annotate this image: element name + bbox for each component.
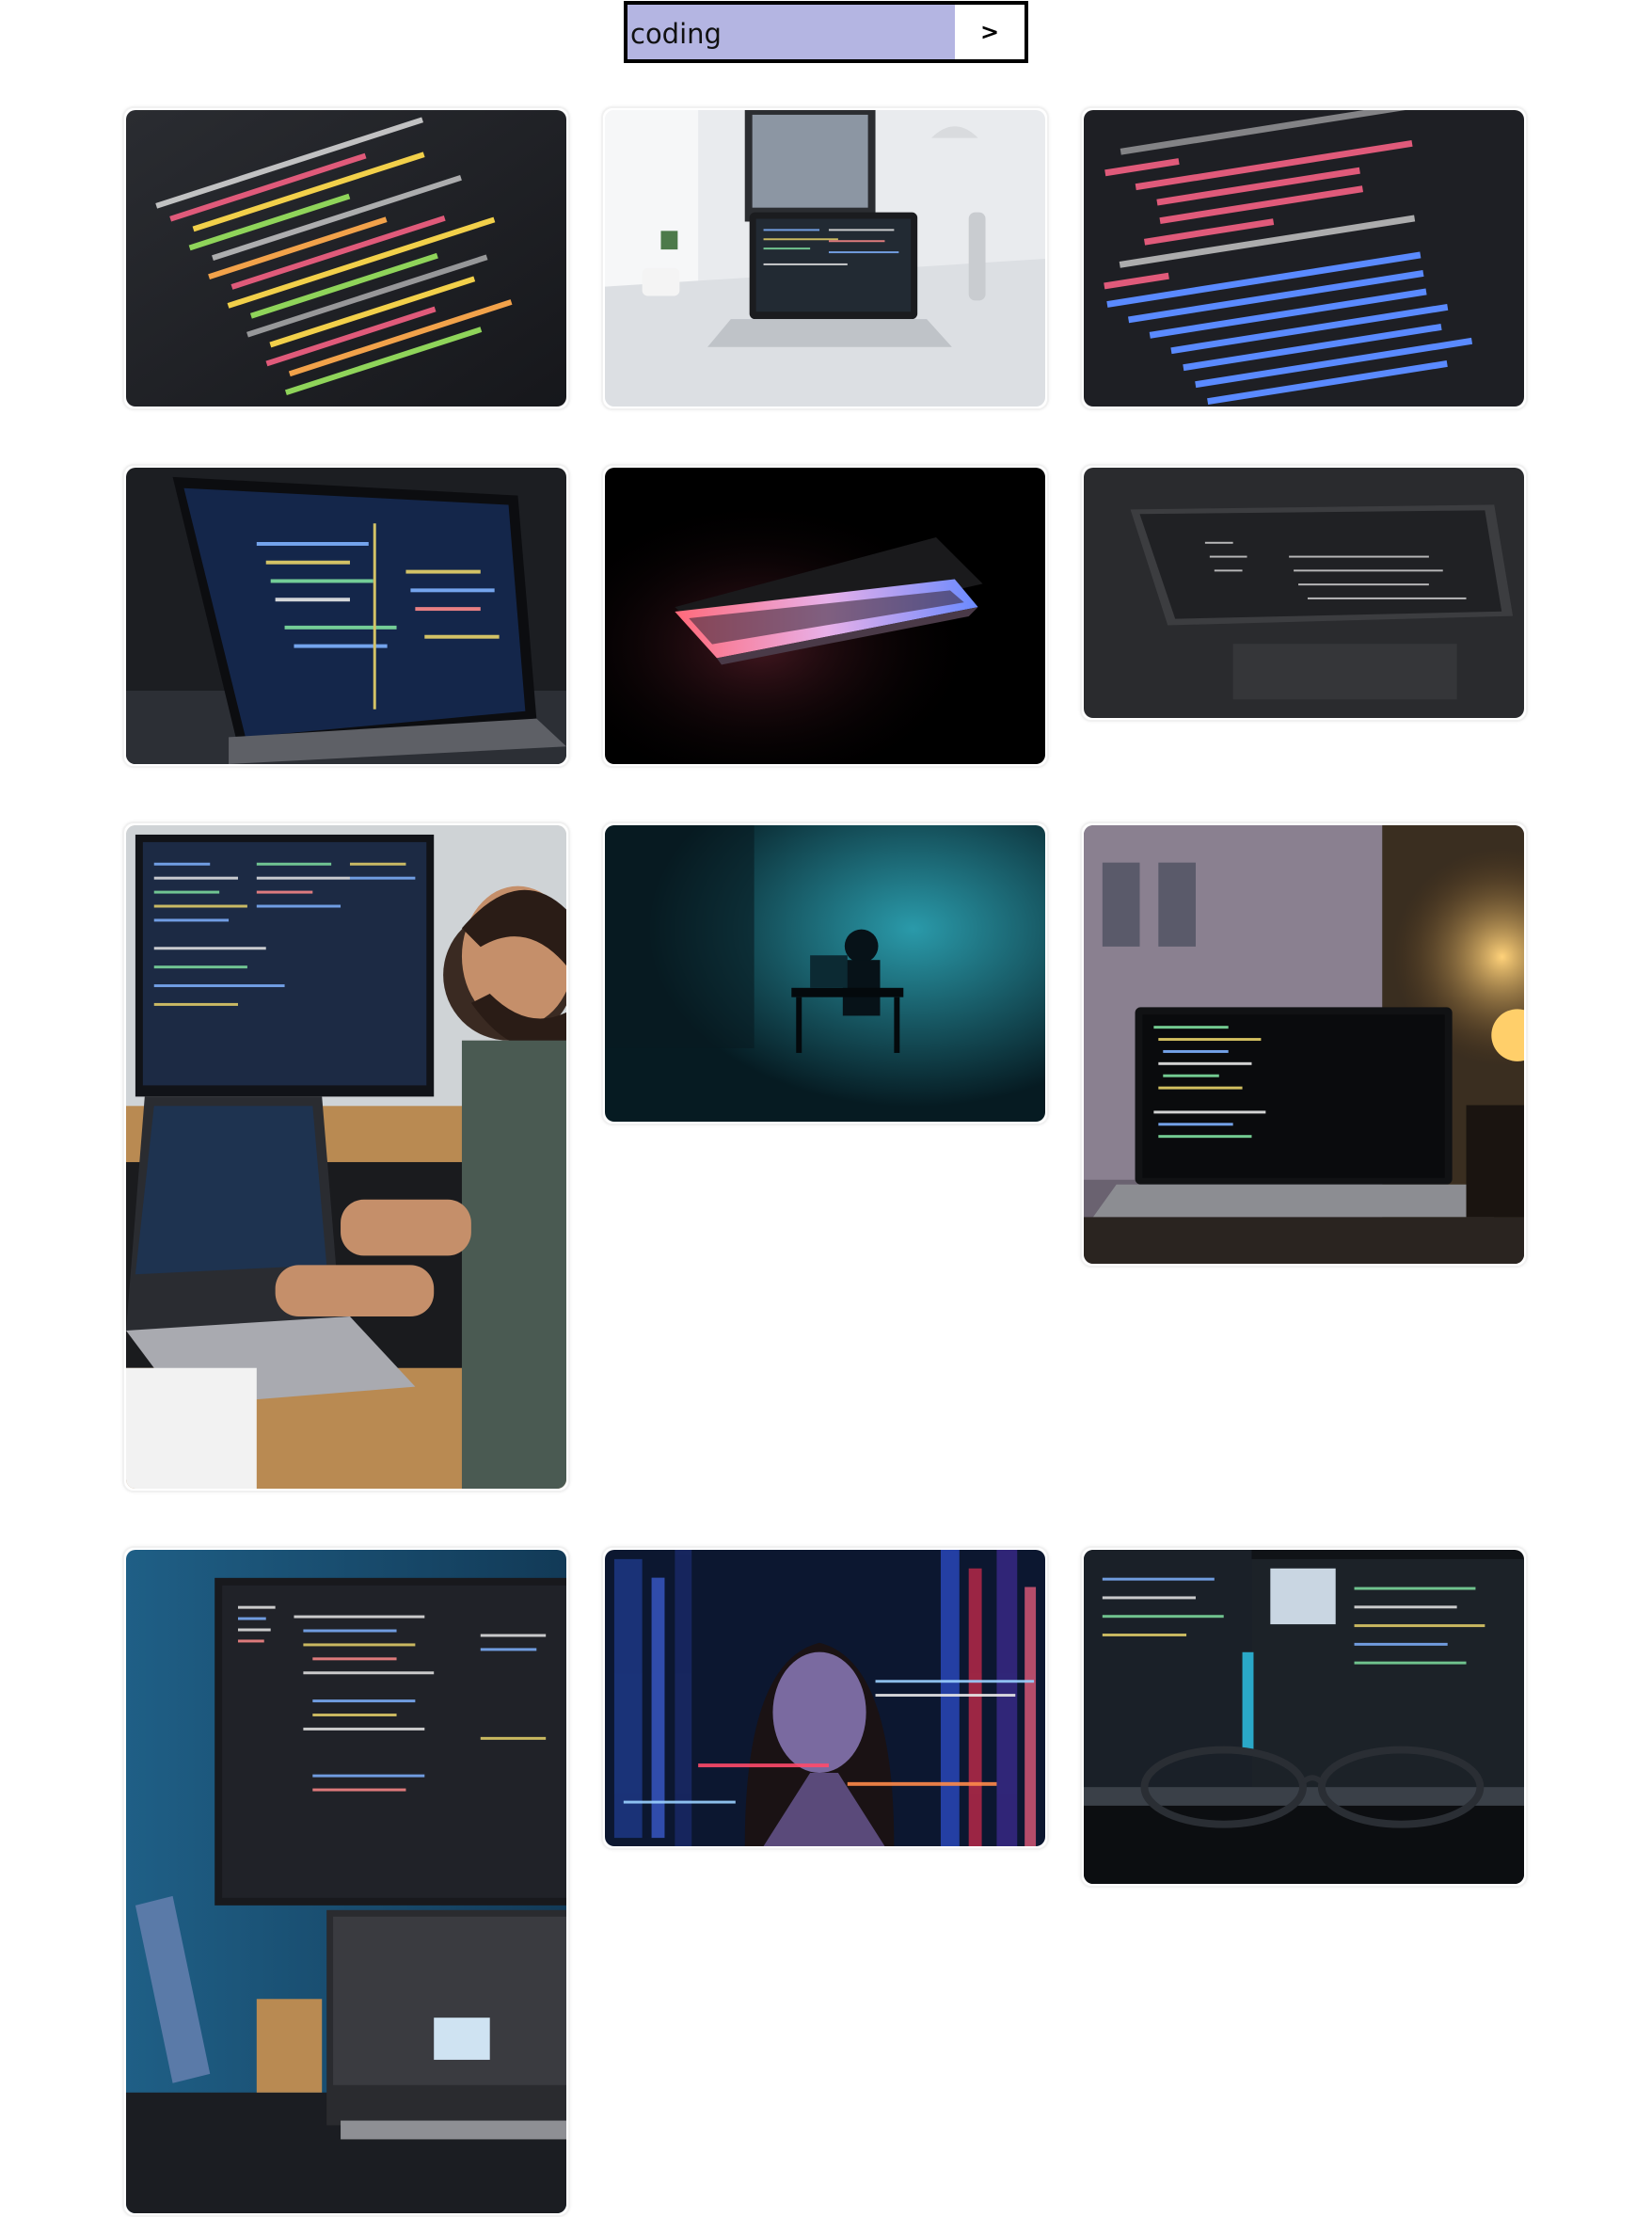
hooded-figure-icon (605, 825, 1045, 1122)
image-card[interactable] (601, 1546, 1049, 1850)
search-bar: > (624, 1, 1028, 63)
glasses-monitors-icon (1084, 1550, 1524, 1884)
laptop-desk-icon (605, 110, 1045, 407)
search-input[interactable] (627, 5, 955, 59)
dark-laptop-icon (1084, 468, 1524, 718)
svg-code-icon (1084, 110, 1524, 407)
laptop-code-icon (126, 468, 566, 764)
glowing-laptop-icon (605, 468, 1045, 764)
developer-at-desk-icon (126, 825, 566, 1489)
image-card[interactable] (601, 464, 1049, 768)
image-card[interactable] (1080, 1546, 1528, 1888)
monitor-code-blue-icon (126, 1550, 566, 2213)
image-card[interactable] (122, 106, 570, 410)
image-card[interactable] (122, 1546, 570, 2217)
projected-code-woman-icon (605, 1550, 1045, 1846)
image-card[interactable] (601, 106, 1049, 410)
search-submit-button[interactable]: > (955, 5, 1025, 59)
laptop-window-lamp-icon (1084, 825, 1524, 1264)
image-card[interactable] (601, 821, 1049, 1125)
image-card[interactable] (1080, 821, 1528, 1268)
image-card[interactable] (1080, 106, 1528, 410)
image-card[interactable] (122, 464, 570, 768)
image-card[interactable] (122, 821, 570, 1492)
image-card[interactable] (1080, 464, 1528, 722)
code-closeup-icon (126, 110, 566, 407)
